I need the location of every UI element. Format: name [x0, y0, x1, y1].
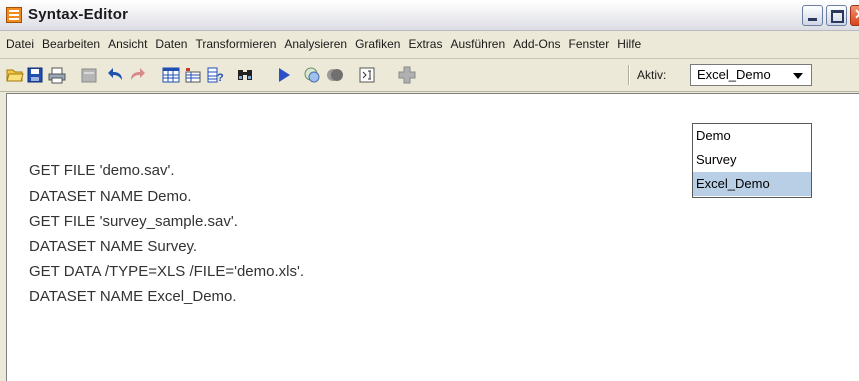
variables-icon[interactable] [184, 66, 202, 84]
run-icon[interactable] [275, 66, 293, 84]
undo-icon[interactable] [107, 66, 125, 84]
code-line[interactable]: DATASET NAME Demo. [29, 188, 192, 205]
print-icon[interactable] [48, 66, 66, 84]
code-line[interactable]: GET DATA /TYPE=XLS /FILE='demo.xls'. [29, 263, 304, 280]
toolbar: ? Aktiv: Excel_Demo [0, 59, 859, 92]
minimize-button[interactable] [802, 5, 823, 26]
add-icon[interactable] [398, 66, 416, 84]
menu-ausfuehren[interactable]: Ausführen [446, 31, 509, 58]
menu-grafiken[interactable]: Grafiken [351, 31, 404, 58]
save-icon[interactable] [26, 66, 44, 84]
code-line[interactable]: DATASET NAME Excel_Demo. [29, 288, 237, 305]
syntax-help-icon[interactable] [303, 66, 321, 84]
active-dataset-label: Aktiv: [637, 68, 667, 82]
redo-icon[interactable] [128, 66, 146, 84]
find-icon[interactable] [236, 66, 254, 84]
bookmark-icon[interactable] [326, 66, 344, 84]
toolbar-separator [628, 65, 630, 85]
code-line[interactable]: DATASET NAME Survey. [29, 238, 197, 255]
menu-ansicht[interactable]: Ansicht [104, 31, 151, 58]
dataset-option-excel-demo[interactable]: Excel_Demo [693, 172, 811, 196]
code-line[interactable]: GET FILE 'survey_sample.sav'. [29, 213, 238, 230]
menu-bearbeiten[interactable]: Bearbeiten [38, 31, 104, 58]
variable-info-icon[interactable]: ? [206, 66, 224, 84]
menu-transformieren[interactable]: Transformieren [191, 31, 280, 58]
dataset-option-demo[interactable]: Demo [693, 124, 811, 148]
recall-dialog-icon[interactable] [80, 66, 98, 84]
active-dataset-value: Excel_Demo [697, 67, 771, 82]
menu-bar: Datei Bearbeiten Ansicht Daten Transform… [0, 31, 859, 59]
active-dataset-select[interactable]: Excel_Demo [690, 64, 812, 86]
syntax-editor-window: Syntax-Editor Datei Bearbeiten Ansicht D… [0, 0, 859, 381]
close-button[interactable] [850, 5, 859, 26]
menu-hilfe[interactable]: Hilfe [613, 31, 645, 58]
data-grid-icon[interactable] [162, 66, 180, 84]
menu-datei[interactable]: Datei [0, 31, 38, 58]
active-dataset-dropdown-list: Demo Survey Excel_Demo [692, 123, 812, 198]
menu-fenster[interactable]: Fenster [565, 31, 614, 58]
open-folder-icon[interactable] [6, 66, 24, 84]
dataset-option-survey[interactable]: Survey [693, 148, 811, 172]
maximize-button[interactable] [826, 5, 847, 26]
menu-daten[interactable]: Daten [151, 31, 191, 58]
chevron-down-icon[interactable] [793, 73, 803, 79]
code-line[interactable]: GET FILE 'demo.sav'. [29, 162, 175, 179]
menu-analysieren[interactable]: Analysieren [280, 31, 351, 58]
syntax-editor-app-icon [6, 7, 22, 23]
menu-extras[interactable]: Extras [404, 31, 446, 58]
window-title: Syntax-Editor [28, 6, 129, 23]
menu-add-ons[interactable]: Add-Ons [509, 31, 564, 58]
title-bar[interactable]: Syntax-Editor [0, 0, 859, 31]
svg-text:?: ? [217, 72, 224, 84]
break-icon[interactable] [358, 66, 376, 84]
